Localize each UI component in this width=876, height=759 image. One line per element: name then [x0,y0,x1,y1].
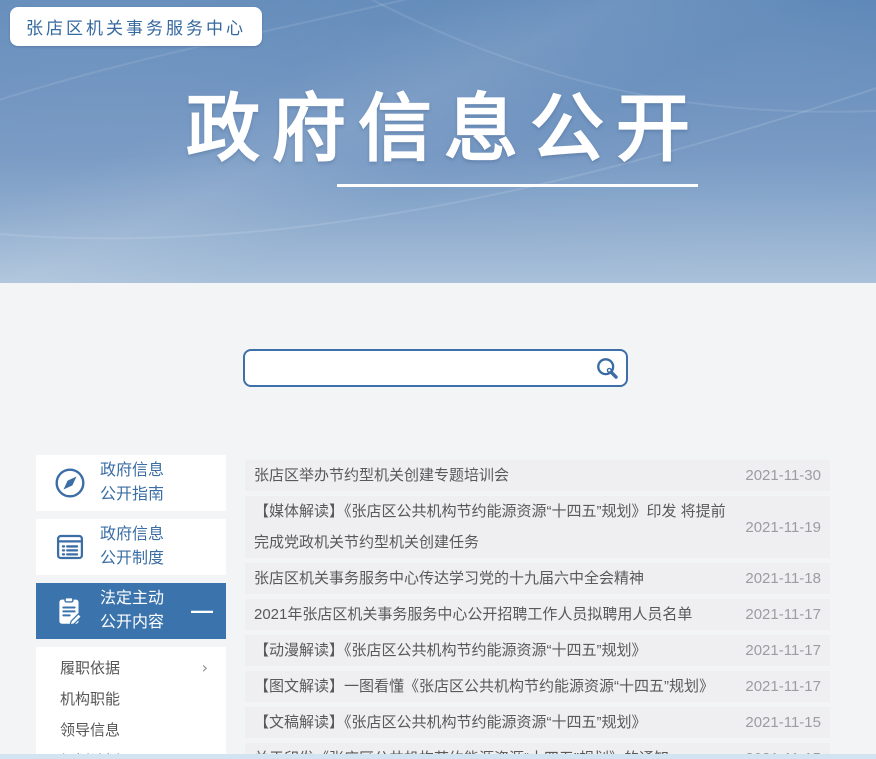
news-title: 2021年张店区机关事务服务中心公开招聘工作人员拟聘用人员名单 [254,599,727,630]
page: 张店区机关事务服务中心 政府信息公开 [0,0,876,759]
news-title: 张店区举办节约型机关创建专题培训会 [254,460,727,491]
sidebar-item-label: 政府信息 公开制度 [100,523,164,571]
collapse-minus-icon[interactable]: — [191,600,213,622]
title-underline [337,184,698,187]
search-icon [594,355,621,382]
bottom-edge-strip [0,754,876,759]
sidebar-item-label: 政府信息 公开指南 [100,459,164,507]
submenu-item[interactable]: 领导信息 [36,714,226,745]
news-title: 【媒体解读】《张店区公共机构节约能源资源“十四五”规划》印发 将提前完成党政机关… [254,496,727,558]
news-date: 2021-11-19 [745,519,821,536]
banner: 张店区机关事务服务中心 政府信息公开 [0,0,876,283]
search-box [243,349,628,387]
news-date: 2021-11-17 [745,642,821,659]
submenu-item-label: 履职依据 [60,657,120,678]
search-input[interactable] [245,351,588,385]
chevron-right-icon: › [202,658,208,677]
news-title: 【动漫解读】《张店区公共机构节约能源资源“十四五”规划》 [254,635,727,666]
sidebar-item-disclosure-guide[interactable]: 政府信息 公开指南 [36,455,226,511]
list-icon [53,530,87,564]
sidebar: 政府信息 公开指南 政府信息 公开制度 [36,455,226,759]
sidebar-submenu: 履职依据 › 机构职能 领导信息 规划计划 [36,647,226,759]
page-title: 政府信息公开 [0,92,876,166]
submenu-item-label: 机构职能 [60,688,120,709]
news-title: 张店区机关事务服务中心传达学习党的十九届六中全会精神 [254,563,727,594]
site-name-badge[interactable]: 张店区机关事务服务中心 [10,7,262,46]
sidebar-item-statutory-disclosure[interactable]: 法定主动 公开内容 — [36,583,226,639]
news-row[interactable]: 2021年张店区机关事务服务中心公开招聘工作人员拟聘用人员名单 2021-11-… [245,599,830,630]
news-row[interactable]: 张店区举办节约型机关创建专题培训会 2021-11-30 [245,460,830,491]
news-row[interactable]: 【图文解读】一图看懂《张店区公共机构节约能源资源“十四五”规划》 2021-11… [245,671,830,702]
main-content: 政府信息 公开指南 政府信息 公开制度 [36,455,830,759]
news-row[interactable]: 【动漫解读】《张店区公共机构节约能源资源“十四五”规划》 2021-11-17 [245,635,830,666]
search-button[interactable] [588,351,626,385]
news-title: 【图文解读】一图看懂《张店区公共机构节约能源资源“十四五”规划》 [254,671,727,702]
news-list: 张店区举办节约型机关创建专题培训会 2021-11-30 【媒体解读】《张店区公… [245,460,830,759]
news-title: 【文稿解读】《张店区公共机构节约能源资源“十四五”规划》 [254,707,727,738]
news-date: 2021-11-17 [745,678,821,695]
sidebar-item-label: 法定主动 公开内容 [100,587,164,635]
news-row[interactable]: 【文稿解读】《张店区公共机构节约能源资源“十四五”规划》 2021-11-15 [245,707,830,738]
news-date: 2021-11-18 [745,570,821,587]
submenu-item-label: 领导信息 [60,719,120,740]
news-date: 2021-11-17 [745,606,821,623]
submenu-item[interactable]: 机构职能 [36,683,226,714]
submenu-item[interactable]: 履职依据 › [36,652,226,683]
news-date: 2021-11-30 [745,467,821,484]
news-row[interactable]: 【媒体解读】《张店区公共机构节约能源资源“十四五”规划》印发 将提前完成党政机关… [245,496,830,558]
news-date: 2021-11-15 [745,714,821,731]
clipboard-pencil-icon [53,594,87,628]
news-row[interactable]: 张店区机关事务服务中心传达学习党的十九届六中全会精神 2021-11-18 [245,563,830,594]
sidebar-item-disclosure-system[interactable]: 政府信息 公开制度 [36,519,226,575]
compass-icon [53,466,87,500]
